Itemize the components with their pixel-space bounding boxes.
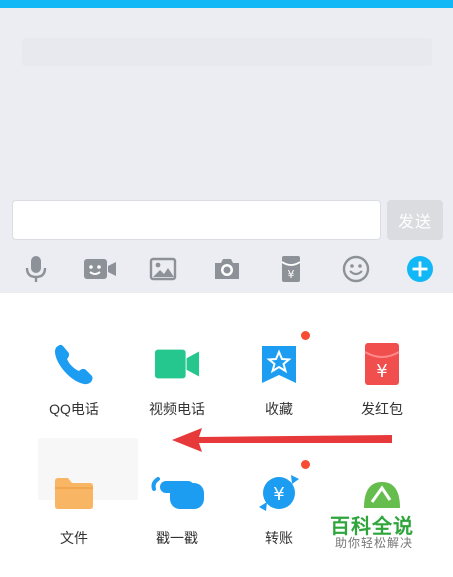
file-item[interactable]: 文件 <box>29 470 119 560</box>
video-call-item[interactable]: 视频电话 <box>132 341 222 431</box>
favorites-label: 收藏 <box>265 401 293 417</box>
svg-text:¥: ¥ <box>376 361 387 382</box>
red-envelope-item[interactable]: ¥ 发红包 <box>337 341 427 431</box>
transfer-icon: ¥ <box>256 470 302 516</box>
transfer-badge <box>301 460 310 469</box>
favorites-item[interactable]: 收藏 <box>234 331 324 431</box>
video-face-icon[interactable] <box>83 254 117 284</box>
poke-item[interactable]: 戳一戳 <box>132 470 222 560</box>
file-label: 文件 <box>60 530 88 546</box>
title-bar <box>0 0 453 8</box>
send-button[interactable]: 发送 <box>387 200 443 240</box>
folder-icon <box>51 470 97 516</box>
svg-text:¥: ¥ <box>273 484 284 505</box>
red-envelope-icon: ¥ <box>359 341 405 387</box>
camera-icon[interactable] <box>212 254 242 284</box>
qq-call-item[interactable]: QQ电话 <box>29 341 119 431</box>
message-input[interactable] <box>12 200 381 240</box>
video-call-icon <box>154 341 200 387</box>
emoji-icon[interactable] <box>341 254 371 284</box>
qq-call-label: QQ电话 <box>49 401 99 417</box>
plus-icon[interactable] <box>405 254 435 284</box>
favorites-badge <box>301 331 310 340</box>
phone-icon <box>51 341 97 387</box>
svg-text:¥: ¥ <box>288 268 295 281</box>
transfer-item[interactable]: ¥ 转账 <box>234 460 324 560</box>
favorites-icon <box>256 341 302 387</box>
input-toolbar: ¥ <box>0 250 453 290</box>
poke-hand-icon <box>146 470 208 516</box>
microphone-icon[interactable] <box>21 254 51 284</box>
function-panel: QQ电话 视频电话 收藏 ¥ 发红包 文件 戳一戳 ¥ 转账 百科全说 助你轻松… <box>0 293 453 577</box>
video-call-label: 视频电话 <box>149 401 205 417</box>
image-icon[interactable] <box>148 254 178 284</box>
transfer-label: 转账 <box>265 530 293 546</box>
poke-label: 戳一戳 <box>156 530 198 546</box>
red-packet-icon[interactable]: ¥ <box>276 254 306 284</box>
watermark-subtitle: 助你轻松解决 <box>335 536 414 550</box>
faint-message-row <box>22 38 432 66</box>
red-envelope-label: 发红包 <box>361 401 403 417</box>
red-arrow-annotation <box>172 428 392 452</box>
